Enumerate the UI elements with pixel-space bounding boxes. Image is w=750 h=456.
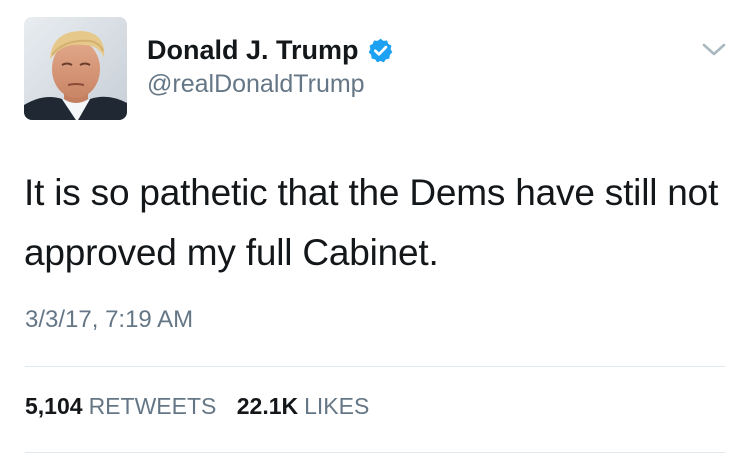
likes-count: 22.1K [236, 393, 299, 419]
tweet-text: It is so pathetic that the Dems have sti… [24, 172, 719, 273]
author-name-row[interactable]: Donald J. Trump [147, 32, 394, 68]
author-handle[interactable]: @realDonaldTrump [147, 70, 365, 99]
avatar-photo [24, 17, 127, 120]
retweets-count: 5,104 [25, 393, 83, 419]
likes-stat[interactable]: 22.1K LIKES [237, 393, 370, 420]
tweet-stats: 5,104 RETWEETS 22.1K LIKES [25, 393, 369, 420]
verified-badge-icon [367, 37, 394, 64]
avatar[interactable] [24, 17, 127, 120]
tweet-timestamp[interactable]: 3/3/17, 7:19 AM [25, 306, 193, 334]
retweets-label: RETWEETS [88, 393, 217, 419]
divider [25, 452, 725, 453]
retweets-stat[interactable]: 5,104 RETWEETS [25, 393, 216, 420]
chevron-down-icon[interactable] [700, 40, 728, 60]
divider [25, 366, 725, 367]
author-display-name[interactable]: Donald J. Trump [147, 35, 359, 66]
likes-label: LIKES [304, 393, 370, 419]
